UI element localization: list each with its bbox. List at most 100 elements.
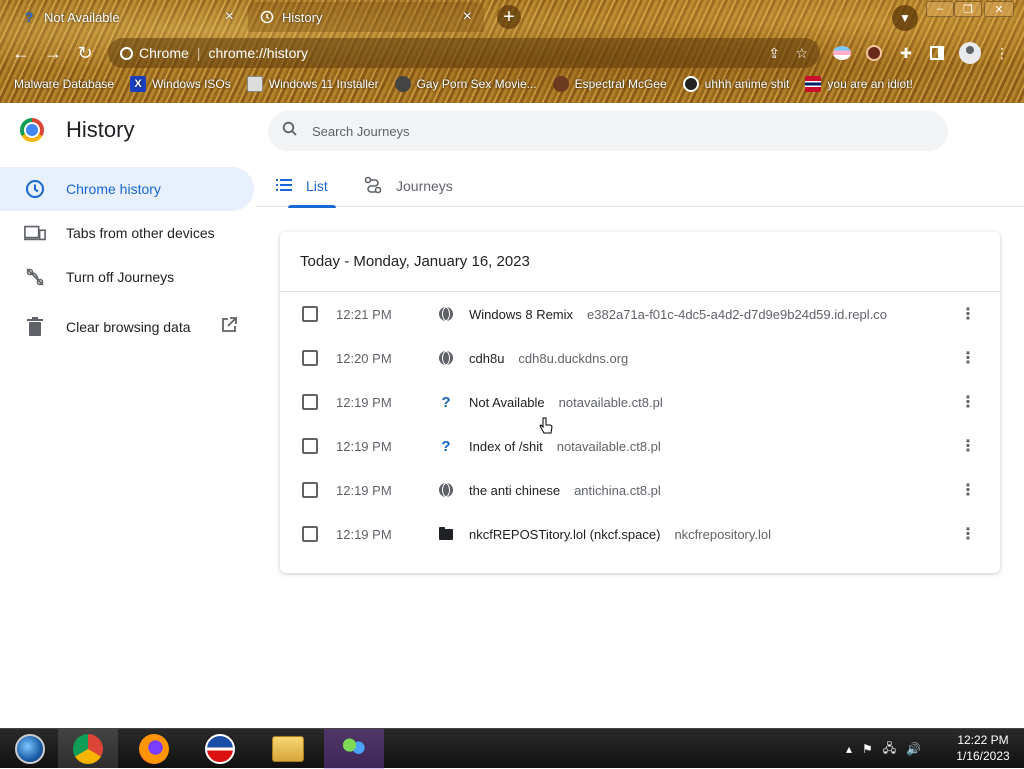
row-time: 12:20 PM (336, 350, 392, 366)
bookmark-gay-porn-sex-movie[interactable]: Gay Porn Sex Movie... (394, 76, 537, 92)
question-icon: ? (24, 9, 34, 25)
tab-journeys[interactable]: Journeys (360, 165, 457, 207)
history-row[interactable]: 12:19 PM ? Index of /shit notavailable.ct… (280, 424, 1000, 468)
row-title: Index of /shit (469, 438, 543, 454)
row-title: cdh8u (469, 350, 505, 366)
taskbar-explorer[interactable] (258, 729, 318, 769)
row-domain: nkcfrepository.lol (674, 526, 772, 542)
row-checkbox[interactable] (302, 306, 318, 322)
tab-title: History (282, 9, 323, 25)
globe-icon (394, 76, 411, 92)
extension-avatar-icon[interactable] (864, 43, 884, 63)
history-row[interactable]: 12:21 PM Windows 8 Remix e382a71a-f01c-4d… (280, 292, 1000, 336)
trash-icon (24, 316, 46, 338)
search-input[interactable] (312, 123, 912, 139)
taskbar-firefox[interactable] (124, 729, 184, 769)
more-actions-icon[interactable]: ⋮ (960, 524, 976, 544)
more-actions-icon[interactable]: ⋮ (960, 480, 976, 500)
bookmark-you-are-an-idiot[interactable]: you are an idiot! (805, 76, 913, 92)
taskbar-clock[interactable]: 12:22 PM 1/16/2023 (948, 732, 1018, 764)
search-bar[interactable] (268, 111, 948, 151)
network-icon[interactable]: 🖧 (883, 739, 896, 760)
tab-label: List (306, 178, 328, 194)
more-actions-icon[interactable]: ⋮ (960, 436, 976, 456)
bookmark-label: uhhh anime shit (704, 77, 790, 91)
chrome-icon (73, 734, 103, 764)
history-row[interactable]: 12:19 PM the anti chinese antichina.ct8.p… (280, 468, 1000, 512)
row-time: 12:19 PM (336, 526, 392, 542)
bookmark-uhhh-anime[interactable]: uhhh anime shit (682, 76, 790, 92)
star-icon[interactable]: ☆ (795, 45, 808, 62)
chevron-up-icon[interactable]: ▴ (846, 742, 852, 756)
sidebar-item-label: Turn off Journeys (66, 269, 175, 285)
row-link[interactable]: Not Available notavailable.ct8.pl (469, 395, 663, 410)
taskbar-app-globe[interactable] (190, 729, 250, 769)
site-name: Chrome (139, 45, 189, 61)
journeys-icon (364, 176, 382, 197)
tab-search-button[interactable]: ▼ (892, 5, 918, 31)
row-link[interactable]: nkcfREPOSTitory.lol (nkcf.space) nkcfrepo… (469, 527, 771, 542)
journeys-off-icon (24, 266, 46, 288)
row-link[interactable]: Windows 8 Remix e382a71a-f01c-4dc5-a4d2-d… (469, 307, 887, 322)
menu-kebab-icon[interactable]: ⋮ (992, 43, 1012, 63)
side-panel-icon[interactable] (927, 43, 947, 63)
globe-icon (438, 482, 454, 498)
row-checkbox[interactable] (302, 394, 318, 410)
row-checkbox[interactable] (302, 482, 318, 498)
history-row[interactable]: 12:19 PM ? Not Available notavailable.ct8… (280, 380, 1000, 424)
bookmark-espectral-mcgee[interactable]: Espectral McGee (552, 76, 667, 92)
more-actions-icon[interactable]: ⋮ (960, 392, 976, 412)
sidebar-item-clear-browsing-data[interactable]: Clear browsing data (0, 305, 254, 349)
row-title: Not Available (469, 394, 545, 410)
reload-button[interactable]: ↻ (72, 40, 98, 66)
new-tab-button[interactable]: + (497, 5, 521, 29)
maximize-button[interactable]: ❐ (954, 1, 982, 17)
bookmark-windows-11-installer[interactable]: Windows 11 Installer (246, 76, 379, 92)
bookmark-malware-database[interactable]: Malware Database (14, 77, 114, 91)
history-row[interactable]: 12:20 PM cdh8u cdh8u.duckdns.org ⋮ (280, 336, 1000, 380)
tab-not-available[interactable]: ? Not Available × (10, 2, 246, 32)
minimize-button[interactable]: – (926, 1, 954, 17)
sidebar-item-chrome-history[interactable]: Chrome history (0, 167, 254, 211)
row-link[interactable]: Index of /shit notavailable.ct8.pl (469, 439, 661, 454)
tab-history[interactable]: History × (248, 2, 484, 32)
forward-button[interactable]: → (40, 40, 66, 66)
puzzle-icon[interactable]: ✚ (896, 43, 916, 63)
sidebar-item-tabs-other-devices[interactable]: Tabs from other devices (0, 211, 254, 255)
address-bar[interactable]: Chrome | chrome://history ⇪ ☆ (108, 38, 820, 68)
chrome-icon (120, 46, 133, 60)
row-checkbox[interactable] (302, 350, 318, 366)
folder-icon (272, 736, 304, 762)
start-button[interactable] (0, 729, 60, 769)
taskbar-messenger[interactable] (324, 729, 384, 769)
more-actions-icon[interactable]: ⋮ (960, 304, 976, 324)
profile-avatar-icon[interactable] (958, 41, 982, 65)
volume-icon[interactable]: 🔊 (906, 742, 921, 756)
row-time: 12:19 PM (336, 438, 392, 454)
sidebar-item-label: Clear browsing data (66, 319, 191, 335)
toolbar: ← → ↻ Chrome | chrome://history ⇪ ☆ ✚ ⋮ (0, 36, 1024, 70)
bookmark-windows-isos[interactable]: X Windows ISOs (130, 76, 231, 92)
more-actions-icon[interactable]: ⋮ (960, 348, 976, 368)
bookmark-label: Gay Porn Sex Movie... (416, 77, 537, 91)
tab-list[interactable]: List (272, 165, 336, 208)
bookmark-label: Malware Database (14, 77, 115, 91)
history-row[interactable]: 12:19 PM nkcfREPOSTitory.lol (nkcf.space… (280, 512, 1000, 556)
tab-close-icon[interactable]: × (225, 8, 234, 26)
close-window-button[interactable]: ✕ (984, 1, 1014, 17)
bookmark-label: Windows 11 Installer (268, 77, 379, 91)
row-checkbox[interactable] (302, 526, 318, 542)
back-button[interactable]: ← (8, 40, 34, 66)
url-text: chrome://history (208, 45, 309, 61)
taskbar-chrome[interactable] (58, 729, 118, 769)
row-link[interactable]: cdh8u cdh8u.duckdns.org (469, 351, 628, 366)
flag-icon[interactable]: ⚑ (862, 742, 873, 756)
share-icon[interactable]: ⇪ (768, 45, 780, 62)
sidebar-item-turn-off-journeys[interactable]: Turn off Journeys (0, 255, 254, 299)
row-checkbox[interactable] (302, 438, 318, 454)
flag-icon (805, 76, 822, 92)
extension-flag-icon[interactable] (832, 43, 852, 63)
row-link[interactable]: the anti chinese antichina.ct8.pl (469, 483, 661, 498)
tab-close-icon[interactable]: × (463, 8, 472, 26)
avatar-icon (682, 76, 699, 92)
